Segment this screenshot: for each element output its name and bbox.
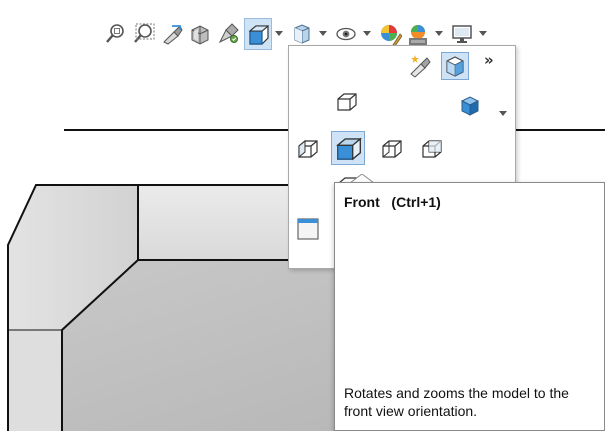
dynamic-annotation-views-icon [218,23,239,44]
single-view-icon [297,218,319,240]
back-view-button[interactable] [418,135,446,163]
front-view-icon [336,137,362,161]
apply-scene-icon [409,25,427,45]
section-view-icon [191,25,209,45]
previous-view-icon [163,25,183,45]
view-orientation-icon [248,25,270,45]
view-orientation-dropdown[interactable] [274,18,284,50]
view-orientation-button[interactable] [244,18,272,50]
display-style-icon [294,24,310,44]
right-view-button[interactable] [378,135,406,163]
isometric-view-button[interactable] [456,92,484,120]
tooltip: Front (Ctrl+1) Rotates and zooms the mod… [334,182,605,431]
isometric-dropdown[interactable] [499,102,507,116]
edit-appearance-icon [381,25,402,46]
new-view-button[interactable] [405,52,433,80]
right-view-icon [382,140,402,158]
zoom-to-fit-button[interactable] [102,18,130,50]
tooltip-description: Rotates and zooms the model to the front… [344,385,569,419]
front-view-button[interactable] [331,131,365,165]
chevron-down-icon [435,31,443,36]
model-left-face [8,330,62,431]
chevron-down-icon [479,31,487,36]
view-selector-button[interactable] [441,52,469,80]
tooltip-title: Front (Ctrl+1) [344,194,441,210]
expand-flyout-button[interactable]: » [484,51,494,69]
left-view-icon [298,139,318,159]
single-view-button[interactable] [294,215,322,243]
section-view-button[interactable] [186,18,214,50]
zoom-to-fit-icon [106,24,124,43]
chevron-down-icon [363,31,371,36]
left-view-button[interactable] [294,135,322,163]
dynamic-annotation-views-button[interactable] [215,18,243,50]
zoom-to-area-button[interactable] [130,18,158,50]
back-view-icon [422,140,442,158]
previous-view-button[interactable] [158,18,186,50]
top-view-icon [337,93,357,111]
chevron-down-icon [275,31,283,36]
zoom-to-area-icon [134,23,155,43]
chevron-down-icon [499,111,507,116]
new-view-icon [410,55,431,78]
top-view-button[interactable] [333,88,361,116]
view-settings-icon [452,25,472,43]
isometric-view-icon [460,96,480,116]
hide-show-items-icon [336,27,356,41]
view-selector-icon [446,56,464,77]
chevron-down-icon [319,31,327,36]
